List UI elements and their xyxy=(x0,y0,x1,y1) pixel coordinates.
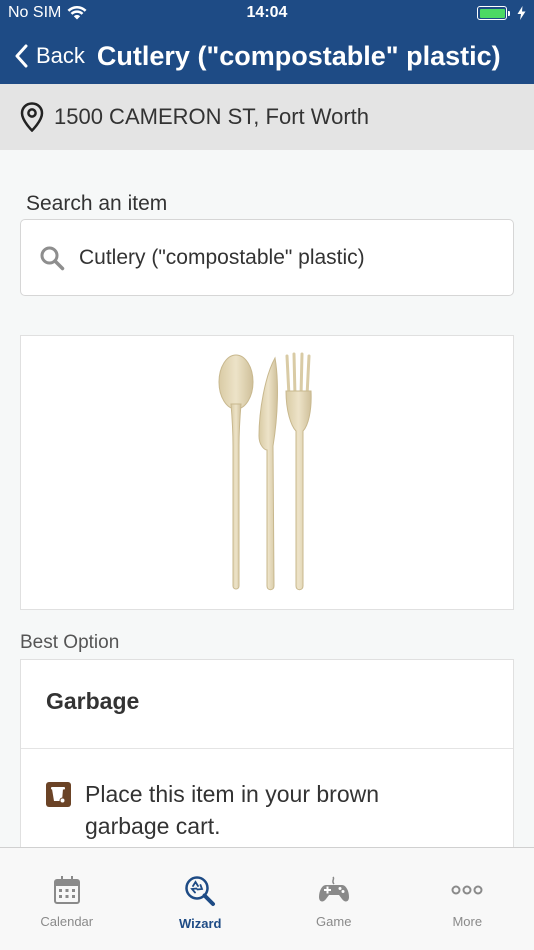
cutlery-illustration xyxy=(218,352,312,591)
search-input[interactable] xyxy=(79,245,479,270)
garbage-cart-icon xyxy=(46,782,71,807)
search-box[interactable] xyxy=(20,219,514,296)
calendar-icon xyxy=(53,876,80,904)
spoon-icon xyxy=(218,354,254,590)
fork-icon xyxy=(285,352,312,591)
nav-bar: Back Cutlery ("compostable" plastic) xyxy=(0,28,534,84)
back-label: Back xyxy=(36,43,85,68)
wizard-search-icon xyxy=(185,876,216,906)
divider xyxy=(21,748,513,749)
gamepad-icon xyxy=(318,876,349,902)
search-label: Search an item xyxy=(26,192,168,215)
best-option-label: Best Option xyxy=(20,632,120,653)
map-pin-icon xyxy=(20,102,44,132)
tab-game[interactable]: Game xyxy=(267,848,401,950)
tab-wizard[interactable]: Wizard xyxy=(134,848,268,950)
tab-label: Calendar xyxy=(40,914,94,929)
location-bar[interactable]: 1500 CAMERON ST, Fort Worth xyxy=(0,84,534,150)
status-bar: No SIM 14:04 xyxy=(0,0,534,28)
back-button[interactable]: Back xyxy=(0,43,85,69)
knife-icon xyxy=(258,356,278,591)
more-icon xyxy=(451,885,483,895)
page-title: Cutlery ("compostable" plastic) xyxy=(96,40,501,71)
battery-icon xyxy=(477,6,510,20)
result-description-row: Place this item in your brown garbage ca… xyxy=(46,778,415,842)
location-address: 1500 CAMERON ST, Fort Worth xyxy=(54,104,370,129)
tab-label: Game xyxy=(316,914,352,929)
charging-bolt-icon xyxy=(517,6,526,20)
tab-calendar[interactable]: Calendar xyxy=(0,848,134,950)
chevron-left-icon xyxy=(15,44,28,68)
status-right xyxy=(477,6,526,20)
tab-more[interactable]: More xyxy=(401,848,534,950)
tab-label: More xyxy=(452,914,483,929)
tab-bar: Calendar Wizard Game More xyxy=(0,847,534,950)
result-card: Garbage Place this item in your brown ga… xyxy=(20,659,514,859)
result-description: Place this item in your brown garbage ca… xyxy=(85,781,380,839)
item-image xyxy=(20,335,514,610)
result-title: Garbage xyxy=(46,688,140,714)
search-icon xyxy=(40,246,65,270)
tab-label: Wizard xyxy=(179,916,222,931)
status-time: 14:04 xyxy=(246,4,288,21)
